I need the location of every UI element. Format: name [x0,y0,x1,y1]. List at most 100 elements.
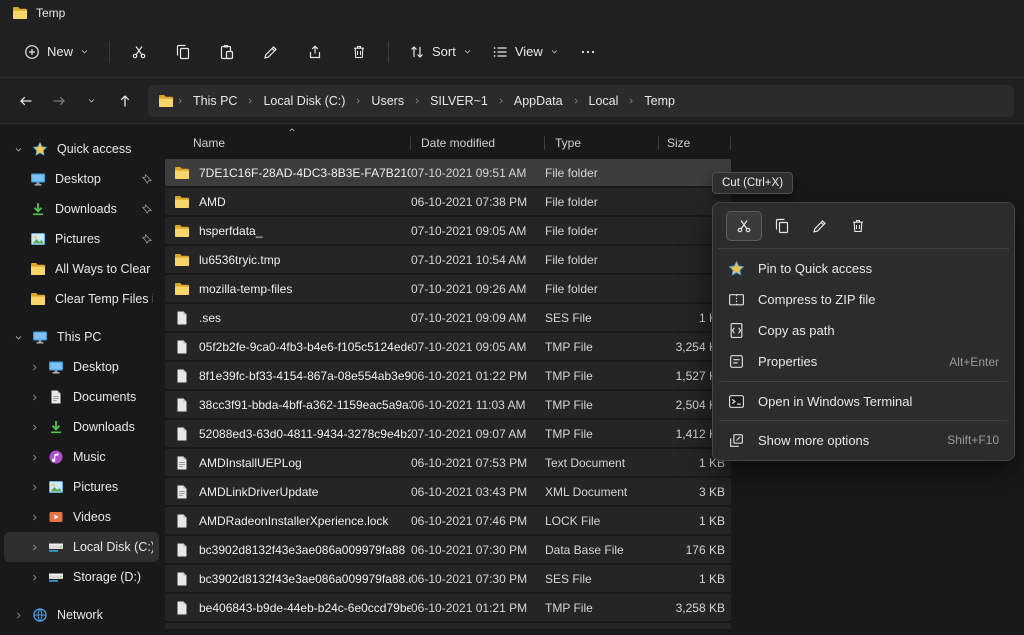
paste-button[interactable] [208,35,246,69]
file-row[interactable]: AMDLinkDriverUpdate 06-10-2021 03:43 PM … [165,478,731,505]
sidebar: Quick access Desktop Downloads [0,124,163,635]
pin-icon [141,203,153,215]
location-folder-icon [158,93,174,109]
see-more-button[interactable] [569,35,607,69]
file-row[interactable]: be406843-b9de-44eb-b24c-6e0ccd79bee... 0… [165,594,731,621]
file-row[interactable]: AMDRadeonInstallerXperience.lock 06-10-2… [165,507,731,534]
sidebar-item[interactable]: Videos [4,502,159,532]
copy-button[interactable] [164,35,202,69]
menu-cut-button[interactable] [726,211,762,241]
menu-delete-button[interactable] [840,211,876,241]
column-header-type[interactable]: Type [545,130,659,156]
this-pc-icon [32,329,48,345]
file-row[interactable]: 7DE1C16F-28AD-4DC3-8B3E-FA7B2107C2... 07… [165,159,731,186]
context-menu-item[interactable]: Copy as path [718,315,1009,346]
file-date-modified: 07-10-2021 09:07 AM [411,427,545,441]
file-row[interactable]: bc3902d8132f43e3ae086a009979fa88.db.ses … [165,565,731,592]
sidebar-item-icon [48,569,64,585]
breadcrumb-item[interactable]: SILVER~1 [423,91,505,111]
file-size: 1 KB [659,572,727,586]
menu-item-icon [728,322,745,339]
pin-icon [141,233,153,245]
file-type: LOCK File [545,514,659,528]
sidebar-quick-access[interactable]: Quick access [4,134,159,164]
sidebar-item[interactable]: Local Disk (C:) [4,532,159,562]
context-menu-item[interactable]: Show more options Shift+F10 [718,420,1009,455]
file-date-modified: 06-10-2021 07:46 PM [411,514,545,528]
sidebar-item[interactable]: Pictures [4,224,159,254]
file-date-modified: 07-10-2021 09:26 AM [411,282,545,296]
delete-button[interactable] [340,35,378,69]
file-name: 38cc3f91-bbda-4bff-a362-1159eac5a9a3.t..… [199,398,411,412]
file-row[interactable]: AMD 06-10-2021 07:38 PM File folder [165,188,731,215]
sidebar-item[interactable]: Music [4,442,159,472]
file-name: 7DE1C16F-28AD-4DC3-8B3E-FA7B2107C2... [199,166,411,180]
new-button[interactable]: New [14,35,99,69]
breadcrumb-item[interactable]: AppData [507,91,580,111]
sidebar-this-pc[interactable]: This PC [4,322,159,352]
menu-copy-button[interactable] [764,211,800,241]
file-row[interactable]: 52088ed3-63d0-4811-9434-3278c9e4b2ae... … [165,420,731,447]
file-name: lu6536tryic.tmp [199,253,280,267]
context-menu-item[interactable]: Properties Alt+Enter [718,346,1009,377]
file-type: TMP File [545,398,659,412]
sidebar-item[interactable]: Downloads [4,194,159,224]
sidebar-item[interactable]: Clear Temp Files in [4,284,159,314]
share-button[interactable] [296,35,334,69]
address-bar[interactable]: This PC Local Disk (C:) Users SI [148,85,1014,117]
sidebar-network[interactable]: Network [4,600,159,630]
navigation-bar: This PC Local Disk (C:) Users SI [0,78,1024,124]
forward-button[interactable] [43,85,74,116]
rename-button[interactable] [252,35,290,69]
recent-locations-button[interactable] [76,85,107,116]
sidebar-item[interactable]: Documents [4,382,159,412]
file-size: 176 KB [659,543,727,557]
sidebar-item[interactable]: Downloads [4,412,159,442]
file-row[interactable]: 8f1e39fc-bf33-4154-867a-08e554ab3e96.t..… [165,362,731,389]
column-header-date-modified[interactable]: Date modified [411,130,545,156]
breadcrumb-item[interactable]: Local Disk (C:) [256,91,362,111]
column-header-name[interactable]: Name [165,130,411,156]
file-type-icon [174,426,190,442]
file-row[interactable]: AMDInstallUEPLog 06-10-2021 07:53 PM Tex… [165,449,731,476]
breadcrumb-item[interactable]: Local [582,91,636,111]
back-button[interactable] [10,85,41,116]
chevron-right-icon [246,97,254,105]
sidebar-item-icon [48,509,64,525]
sidebar-item-icon [48,539,64,555]
breadcrumb-item[interactable]: Temp [637,91,682,111]
menu-rename-button[interactable] [802,211,838,241]
context-menu-item[interactable]: Compress to ZIP file [718,284,1009,315]
sidebar-item-icon [48,419,64,435]
file-row[interactable]: mozilla-temp-files 07-10-2021 09:26 AM F… [165,275,731,302]
file-row[interactable]: .ses 07-10-2021 09:09 AM SES File 1 KB [165,304,731,331]
view-button[interactable]: View [482,35,569,69]
breadcrumb-item[interactable]: Users [364,91,421,111]
cut-button[interactable] [120,35,158,69]
file-name: bc3902d8132f43e3ae086a009979fa88 [199,543,405,557]
file-row[interactable]: hsperfdata_ 07-10-2021 09:05 AM File fol… [165,217,731,244]
file-type: TMP File [545,369,659,383]
context-menu-item[interactable]: Open in Windows Terminal [718,381,1009,416]
sidebar-item[interactable]: Pictures [4,472,159,502]
sidebar-item[interactable]: Desktop [4,164,159,194]
sidebar-item[interactable]: Storage (D:) [4,562,159,592]
chevron-down-icon [80,47,89,56]
sidebar-item[interactable]: Desktop [4,352,159,382]
breadcrumb-item[interactable]: This PC [186,91,254,111]
file-name: be406843-b9de-44eb-b24c-6e0ccd79bee... [199,601,411,615]
file-row[interactable]: bc3902d8132f43e3ae086a009979fa88 06-10-2… [165,536,731,563]
file-row[interactable]: lu6536tryic.tmp 07-10-2021 10:54 AM File… [165,246,731,273]
sort-button[interactable]: Sort [399,35,482,69]
file-row[interactable]: dd_vsredist_amd64_20211006104935... 06-1… [165,623,731,629]
up-button[interactable] [109,85,140,116]
file-type-icon [174,368,190,384]
file-row[interactable]: 05f2b2fe-9ca0-4fb3-b4e6-f105c5124ede.t..… [165,333,731,360]
column-header-size[interactable]: Size [659,130,731,156]
file-row[interactable]: 38cc3f91-bbda-4bff-a362-1159eac5a9a3.t..… [165,391,731,418]
menu-item-shortcut: Alt+Enter [949,355,999,369]
sidebar-item[interactable]: All Ways to Clear T [4,254,159,284]
context-menu-item[interactable]: Pin to Quick access [718,253,1009,284]
chevron-down-icon [87,96,96,105]
sidebar-item-icon [48,479,64,495]
